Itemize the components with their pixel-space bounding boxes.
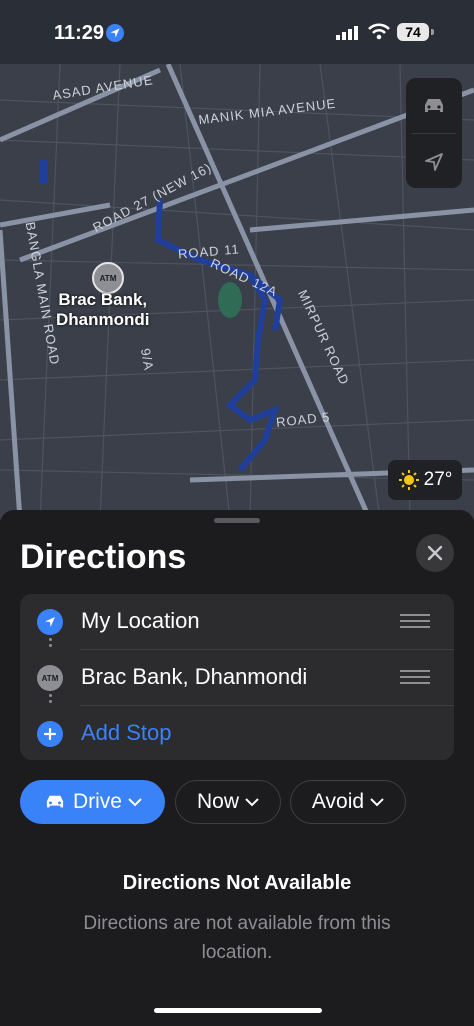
origin-row[interactable]: My Location — [20, 594, 454, 649]
chevron-down-icon — [128, 798, 142, 807]
car-icon — [425, 98, 443, 112]
battery-indicator: 74 — [397, 23, 429, 41]
avoid-label: Avoid — [311, 790, 365, 813]
poi-name-line-2: Dhanmondi — [56, 310, 150, 329]
plus-icon — [37, 721, 63, 747]
chevron-down-icon — [370, 798, 384, 807]
map-controls — [406, 78, 462, 188]
drive-label: Drive — [72, 790, 122, 813]
destination-label: Brac Bank, Dhanmondi — [81, 664, 308, 689]
depart-time-button[interactable]: Now — [175, 780, 281, 824]
route-connector — [49, 638, 52, 650]
poi-name-label[interactable]: Brac Bank, Dhanmondi — [56, 290, 150, 330]
atm-icon: ATM — [37, 665, 63, 691]
now-label: Now — [196, 790, 239, 813]
close-icon — [427, 545, 443, 561]
route-connector — [49, 694, 52, 706]
sheet-title: Directions — [20, 538, 187, 576]
not-available-title: Directions Not Available — [122, 872, 352, 894]
reorder-handle-icon[interactable] — [400, 670, 430, 688]
status-bar: 11:29 74 — [0, 0, 474, 64]
map-roads — [0, 62, 474, 520]
reorder-handle-icon[interactable] — [400, 614, 430, 632]
avoid-button[interactable]: Avoid — [290, 780, 406, 824]
drive-mode-button[interactable]: Drive — [20, 780, 165, 824]
status-time: 11:29 — [54, 22, 105, 44]
location-arrow-icon — [425, 152, 443, 171]
location-services-icon — [106, 24, 124, 42]
map-mode-button[interactable] — [406, 78, 462, 133]
wifi-icon — [368, 23, 390, 40]
tracking-button[interactable] — [406, 134, 462, 189]
route-card: My Location ATM Brac Bank, Dhanmondi Add… — [20, 594, 454, 760]
temperature-label: 27° — [423, 469, 453, 490]
sheet-grabber[interactable] — [214, 518, 260, 523]
directions-sheet: Directions My Location ATM Brac Bank, Dh… — [0, 510, 474, 1026]
add-stop-row[interactable]: Add Stop — [20, 706, 454, 761]
battery-tip — [431, 29, 434, 35]
current-location-icon — [37, 609, 63, 635]
sun-icon — [398, 470, 419, 490]
origin-label: My Location — [81, 608, 200, 633]
not-available-message: Directions are not available from this l… — [83, 913, 391, 963]
poi-name-line-1: Brac Bank, — [58, 290, 148, 309]
cellular-signal-icon — [336, 26, 358, 40]
map-view[interactable]: ASAD AVENUE MANIK MIA AVENUE ROAD 27 (NE… — [0, 0, 474, 520]
add-stop-label: Add Stop — [81, 720, 172, 745]
destination-row[interactable]: ATM Brac Bank, Dhanmondi — [20, 650, 454, 705]
chevron-down-icon — [245, 798, 259, 807]
car-icon — [46, 795, 64, 808]
home-indicator[interactable] — [154, 1008, 322, 1013]
close-button[interactable] — [416, 534, 454, 572]
weather-badge: 27° — [388, 460, 462, 500]
